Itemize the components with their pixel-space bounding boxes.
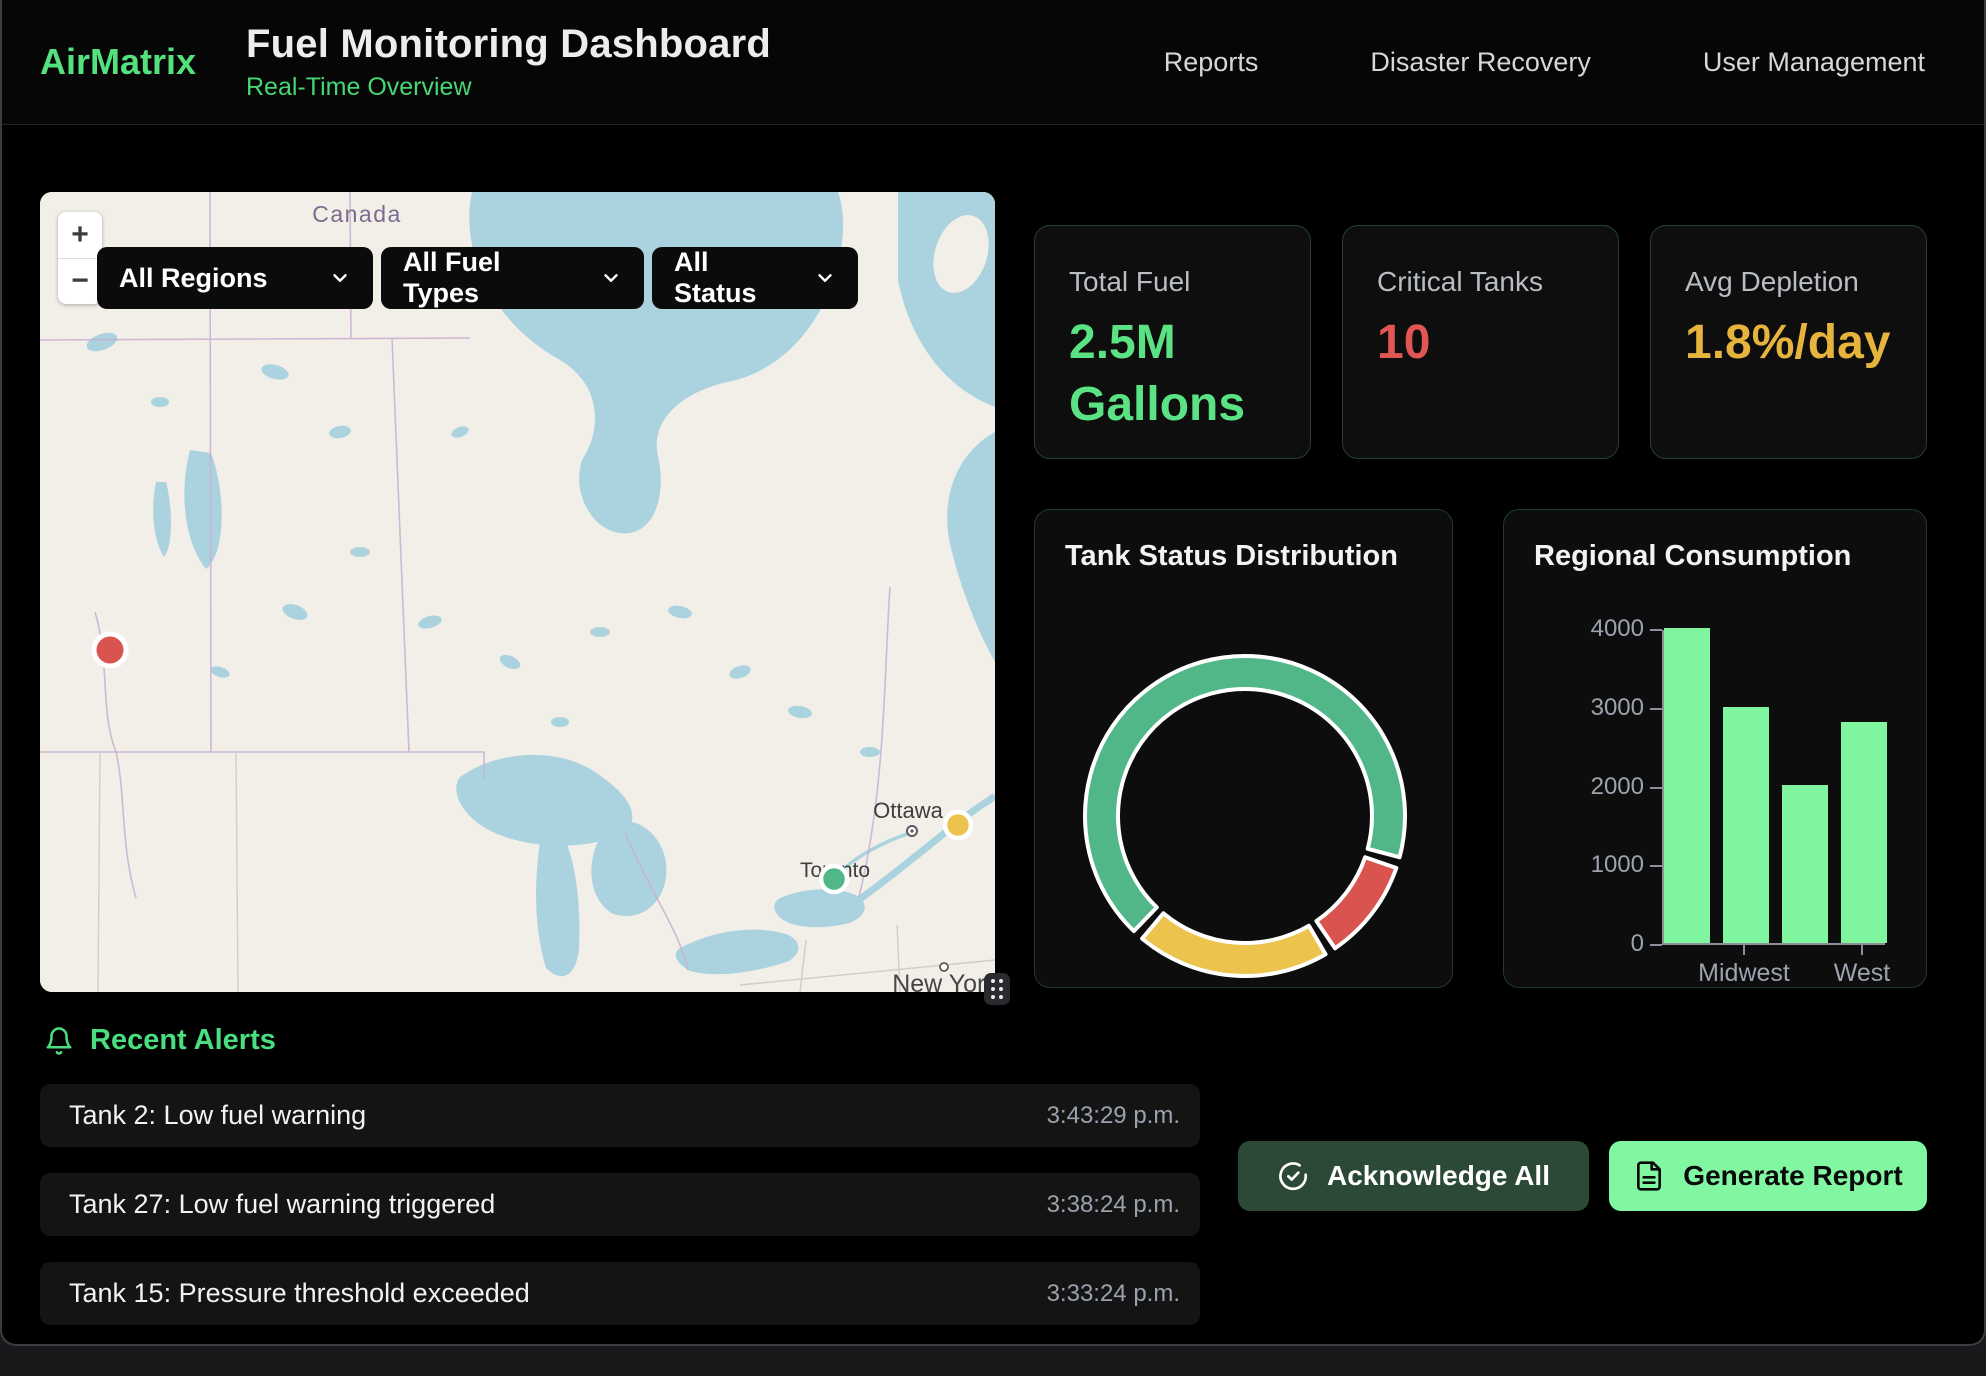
dashboard-window: AirMatrix Fuel Monitoring Dashboard Real… <box>0 0 1986 1346</box>
chevron-down-icon <box>600 267 622 289</box>
zoom-out-button[interactable]: − <box>58 259 102 305</box>
kpi-avg-depletion: Avg Depletion 1.8%/day <box>1650 225 1927 459</box>
map-label-capital: Ottawa <box>873 798 943 823</box>
acknowledge-all-label: Acknowledge All <box>1327 1160 1550 1192</box>
header: AirMatrix Fuel Monitoring Dashboard Real… <box>2 0 1984 125</box>
zoom-in-button[interactable]: + <box>58 212 102 259</box>
alert-timestamp: 3:38:24 p.m. <box>1047 1191 1180 1219</box>
brand-logo[interactable]: AirMatrix <box>40 41 246 83</box>
chevron-down-icon <box>814 267 836 289</box>
nav-disaster-recovery[interactable]: Disaster Recovery <box>1370 47 1591 78</box>
alerts-header: Recent Alerts <box>44 1024 276 1057</box>
donut-segment-critical <box>1316 857 1396 948</box>
region-filter-label: All Regions <box>119 263 268 294</box>
map-filters: All Regions All Fuel Types All Status <box>97 247 858 309</box>
y-axis-tick-label: 3000 <box>1504 694 1644 722</box>
tank-status-panel: Tank Status Distribution <box>1034 509 1453 988</box>
alert-timestamp: 3:33:24 p.m. <box>1047 1280 1180 1308</box>
kpi-total-fuel: Total Fuel 2.5M Gallons <box>1034 225 1311 459</box>
y-axis-tick <box>1650 629 1662 631</box>
bar-col-1 <box>1664 628 1710 943</box>
nav-reports[interactable]: Reports <box>1164 47 1259 78</box>
page-title: Fuel Monitoring Dashboard <box>246 22 771 67</box>
bar-west <box>1841 722 1887 943</box>
kpi-label: Total Fuel <box>1069 266 1276 298</box>
tank-status-title: Tank Status Distribution <box>1035 510 1452 573</box>
fuel-type-filter-select[interactable]: All Fuel Types <box>381 247 644 309</box>
y-axis-tick <box>1650 865 1662 867</box>
x-axis-tick-label: West <box>1782 959 1927 988</box>
region-filter-select[interactable]: All Regions <box>97 247 373 309</box>
nav-user-management[interactable]: User Management <box>1703 47 1925 78</box>
tank-status-donut-chart <box>1075 646 1415 986</box>
kpi-critical-tanks: Critical Tanks 10 <box>1342 225 1619 459</box>
y-axis-tick-label: 4000 <box>1504 615 1644 643</box>
alerts-title: Recent Alerts <box>90 1024 276 1057</box>
map-marker-normal[interactable] <box>821 866 847 892</box>
kpi-row: Total Fuel 2.5M Gallons Critical Tanks 1… <box>1034 225 1927 459</box>
bar-col-3 <box>1782 785 1828 943</box>
kpi-value: 1.8%/day <box>1685 312 1870 374</box>
y-axis-tick <box>1650 708 1662 710</box>
y-axis-tick-label: 2000 <box>1504 773 1644 801</box>
map-marker-critical[interactable] <box>94 634 126 666</box>
alert-message: Tank 15: Pressure threshold exceeded <box>69 1278 530 1309</box>
status-filter-select[interactable]: All Status <box>652 247 858 309</box>
map-resize-handle[interactable] <box>984 973 1010 1005</box>
regional-consumption-title: Regional Consumption <box>1504 510 1926 573</box>
kpi-value: 2.5M Gallons <box>1069 312 1254 437</box>
fuel-type-filter-label: All Fuel Types <box>403 247 574 309</box>
chevron-down-icon <box>329 267 351 289</box>
alert-message: Tank 27: Low fuel warning triggered <box>69 1189 495 1220</box>
x-axis-tick <box>1861 945 1863 955</box>
ottawa-town-dot <box>910 829 913 832</box>
map-zoom-control: + − <box>58 212 102 304</box>
alert-row[interactable]: Tank 27: Low fuel warning triggered 3:38… <box>40 1173 1200 1236</box>
kpi-label: Critical Tanks <box>1377 266 1584 298</box>
x-axis-tick <box>1743 945 1745 955</box>
map-marker-warning[interactable] <box>945 812 971 838</box>
alert-row[interactable]: Tank 2: Low fuel warning 3:43:29 p.m. <box>40 1084 1200 1147</box>
alert-row[interactable]: Tank 15: Pressure threshold exceeded 3:3… <box>40 1262 1200 1325</box>
regional-consumption-bar-chart <box>1662 630 1885 945</box>
alert-timestamp: 3:43:29 p.m. <box>1047 1102 1180 1130</box>
map-panel[interactable]: Canada Ottawa Toronto New York + − All R… <box>40 192 995 992</box>
title-block: Fuel Monitoring Dashboard Real-Time Over… <box>246 22 771 102</box>
bell-icon <box>44 1026 74 1056</box>
map-label-country: Canada <box>312 201 402 227</box>
file-text-icon <box>1633 1160 1665 1192</box>
y-axis-tick <box>1650 787 1662 789</box>
map-svg: Canada Ottawa Toronto New York <box>40 192 995 992</box>
page-subtitle: Real-Time Overview <box>246 73 771 102</box>
y-axis-tick <box>1650 944 1662 946</box>
kpi-value: 10 <box>1377 312 1562 374</box>
generate-report-label: Generate Report <box>1683 1160 1902 1192</box>
circle-check-icon <box>1277 1160 1309 1192</box>
donut-segment-warning <box>1142 913 1325 976</box>
bar-midwest <box>1723 707 1769 943</box>
regional-consumption-panel: Regional Consumption 01000200030004000Mi… <box>1503 509 1927 988</box>
generate-report-button[interactable]: Generate Report <box>1609 1141 1927 1211</box>
main-nav: Reports Disaster Recovery User Managemen… <box>1164 47 1925 78</box>
map-label-city-south: New York <box>892 970 995 992</box>
y-axis-tick-label: 0 <box>1504 930 1644 958</box>
status-filter-label: All Status <box>674 247 788 309</box>
kpi-label: Avg Depletion <box>1685 266 1892 298</box>
alert-message: Tank 2: Low fuel warning <box>69 1100 366 1131</box>
acknowledge-all-button[interactable]: Acknowledge All <box>1238 1141 1589 1211</box>
map-canvas[interactable]: Canada Ottawa Toronto New York <box>40 192 995 992</box>
y-axis-tick-label: 1000 <box>1504 851 1644 879</box>
